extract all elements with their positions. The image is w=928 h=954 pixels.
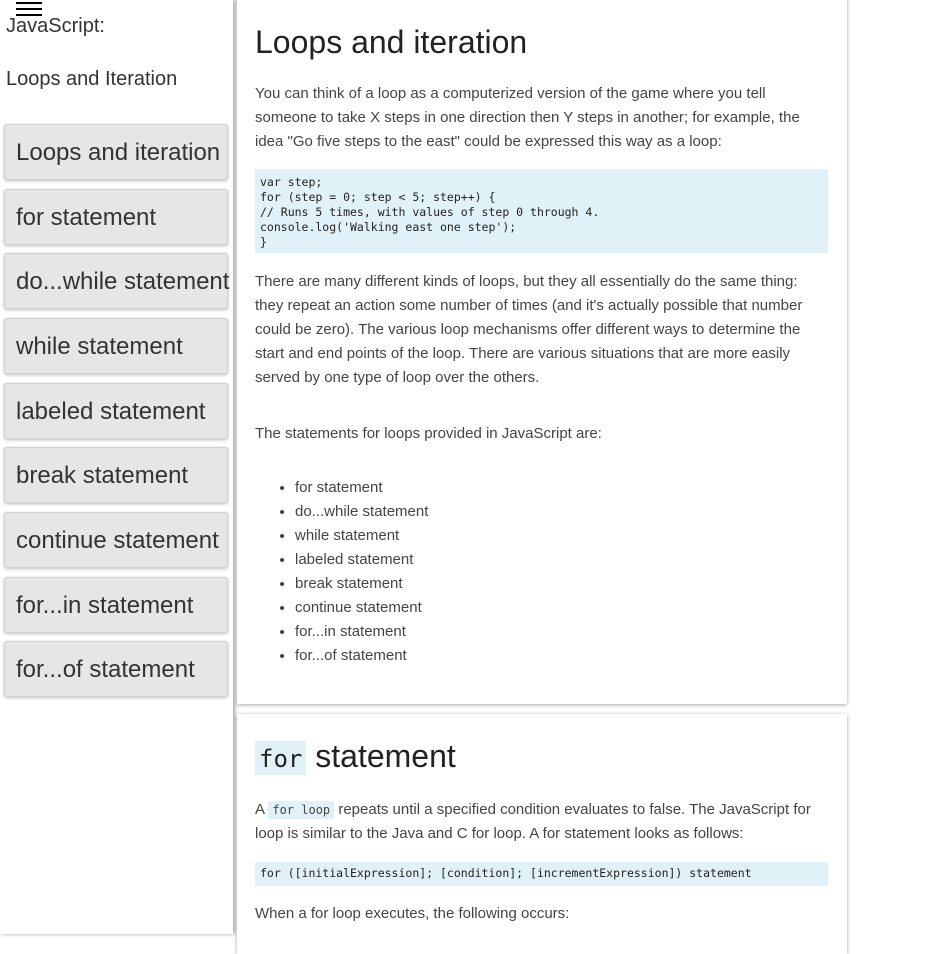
list-item: for statement [295, 476, 428, 500]
heading-text: statement [315, 738, 456, 774]
list-item: continue statement [295, 596, 428, 620]
execution-paragraph: When a for loop executes, the following … [255, 905, 570, 922]
section-for-statement: for statement A for loop repeats until a… [237, 714, 847, 954]
sidebar-item-continue-statement[interactable]: continue statement [4, 512, 228, 568]
code-block: var step; for (step = 0; step < 5; step+… [255, 169, 828, 253]
intro-paragraph: You can think of a loop as a computerize… [255, 85, 800, 150]
list-item: break statement [295, 572, 428, 596]
list-item: for...in statement [295, 620, 428, 644]
list-item: labeled statement [295, 548, 428, 572]
sidebar-item-labeled-statement[interactable]: labeled statement [4, 383, 228, 439]
list-item: while statement [295, 524, 428, 548]
for-paragraph: A for loop repeats until a specified con… [255, 798, 815, 846]
section-heading: for statement [255, 738, 456, 775]
para-prefix: A [255, 801, 265, 818]
sidebar-title: JavaScript: [6, 15, 105, 37]
code-block: for ([initialExpression]; [condition]; [… [255, 862, 828, 886]
sidebar-item-for-of-statement[interactable]: for...of statement [4, 641, 228, 697]
sidebar-subtitle: Loops and Iteration [6, 68, 178, 90]
sidebar-item-for-statement[interactable]: for statement [4, 189, 228, 245]
list-item: for...of statement [295, 644, 428, 668]
sidebar-item-for-in-statement[interactable]: for...in statement [4, 577, 228, 633]
heading-code: for [255, 741, 307, 775]
description-paragraph: There are many different kinds of loops,… [255, 273, 803, 386]
statements-intro: The statements for loops provided in Jav… [255, 425, 602, 442]
sidebar-item-break-statement[interactable]: break statement [4, 447, 228, 503]
sidebar-item-loops-and-iteration[interactable]: Loops and iteration [4, 124, 228, 180]
section-heading: Loops and iteration [255, 24, 528, 60]
para-text: repeats until a specified condition eval… [255, 801, 811, 842]
loop-statements-list: for statement do...while statement while… [255, 476, 428, 668]
section-loops-and-iteration: Loops and iteration You can think of a l… [237, 0, 847, 704]
inline-code-for-loop: for loop [268, 801, 335, 819]
list-item: do...while statement [295, 500, 428, 524]
sidebar: JavaScript: Loops and Iteration Loops an… [0, 0, 233, 934]
sidebar-item-while-statement[interactable]: while statement [4, 318, 228, 374]
sidebar-item-do-while-statement[interactable]: do...while statement [4, 253, 229, 309]
